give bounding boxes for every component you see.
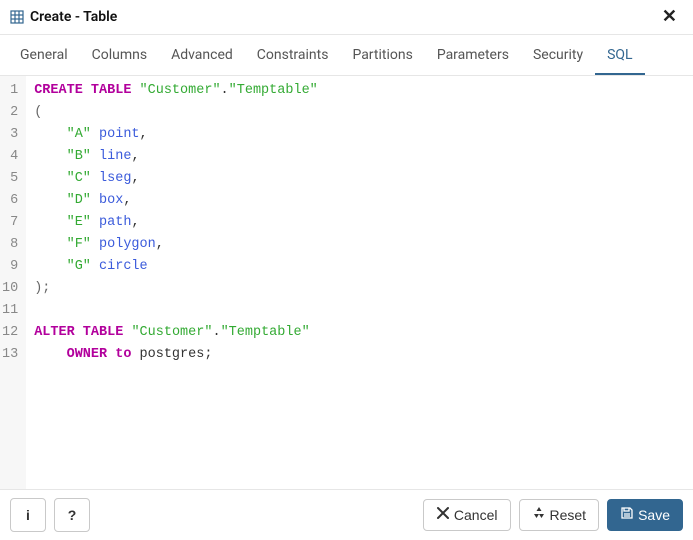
code-line: "C" lseg,: [34, 168, 318, 190]
line-number: 3: [2, 124, 20, 146]
info-button[interactable]: i: [10, 498, 46, 532]
dialog-footer: i ? Cancel Reset Save: [0, 489, 693, 540]
help-button[interactable]: ?: [54, 498, 90, 532]
cancel-button[interactable]: Cancel: [423, 499, 511, 531]
line-number: 12: [2, 322, 20, 344]
tab-bar: General Columns Advanced Constraints Par…: [0, 39, 693, 76]
sql-editor[interactable]: 12345678910111213 CREATE TABLE "Customer…: [0, 76, 693, 489]
code-line: (: [34, 102, 318, 124]
tab-parameters[interactable]: Parameters: [425, 39, 521, 75]
tab-constraints[interactable]: Constraints: [245, 39, 341, 75]
line-number: 4: [2, 146, 20, 168]
line-number: 10: [2, 278, 20, 300]
save-button[interactable]: Save: [607, 499, 683, 531]
table-icon: [10, 10, 24, 24]
tab-columns[interactable]: Columns: [80, 39, 159, 75]
tab-partitions[interactable]: Partitions: [340, 39, 424, 75]
tab-advanced[interactable]: Advanced: [159, 39, 245, 75]
code-line: [34, 300, 318, 322]
reset-button[interactable]: Reset: [519, 499, 600, 531]
code-line: CREATE TABLE "Customer"."Temptable": [34, 80, 318, 102]
code-line: ALTER TABLE "Customer"."Temptable": [34, 322, 318, 344]
tab-security[interactable]: Security: [521, 39, 595, 75]
line-number: 5: [2, 168, 20, 190]
dialog-title: Create - Table: [30, 9, 656, 25]
line-number: 2: [2, 102, 20, 124]
line-number: 6: [2, 190, 20, 212]
line-number: 9: [2, 256, 20, 278]
reset-label: Reset: [550, 507, 587, 524]
cancel-label: Cancel: [454, 507, 498, 524]
code-line: );: [34, 278, 318, 300]
close-button[interactable]: ✕: [656, 6, 683, 28]
code-line: "D" box,: [34, 190, 318, 212]
tab-sql[interactable]: SQL: [595, 39, 644, 75]
code-line: "G" circle: [34, 256, 318, 278]
save-icon: [620, 506, 634, 524]
line-number: 11: [2, 300, 20, 322]
line-number: 8: [2, 234, 20, 256]
recycle-icon: [532, 506, 546, 524]
dialog-header: Create - Table ✕: [0, 0, 693, 35]
code-line: "E" path,: [34, 212, 318, 234]
code-line: "B" line,: [34, 146, 318, 168]
code-line: "A" point,: [34, 124, 318, 146]
sql-code: CREATE TABLE "Customer"."Temptable"( "A"…: [26, 76, 326, 489]
line-number: 1: [2, 80, 20, 102]
tab-general[interactable]: General: [8, 39, 80, 75]
code-line: OWNER to postgres;: [34, 344, 318, 366]
line-gutter: 12345678910111213: [0, 76, 26, 489]
code-line: "F" polygon,: [34, 234, 318, 256]
save-label: Save: [638, 507, 670, 524]
close-icon: [436, 506, 450, 524]
line-number: 13: [2, 344, 20, 366]
line-number: 7: [2, 212, 20, 234]
